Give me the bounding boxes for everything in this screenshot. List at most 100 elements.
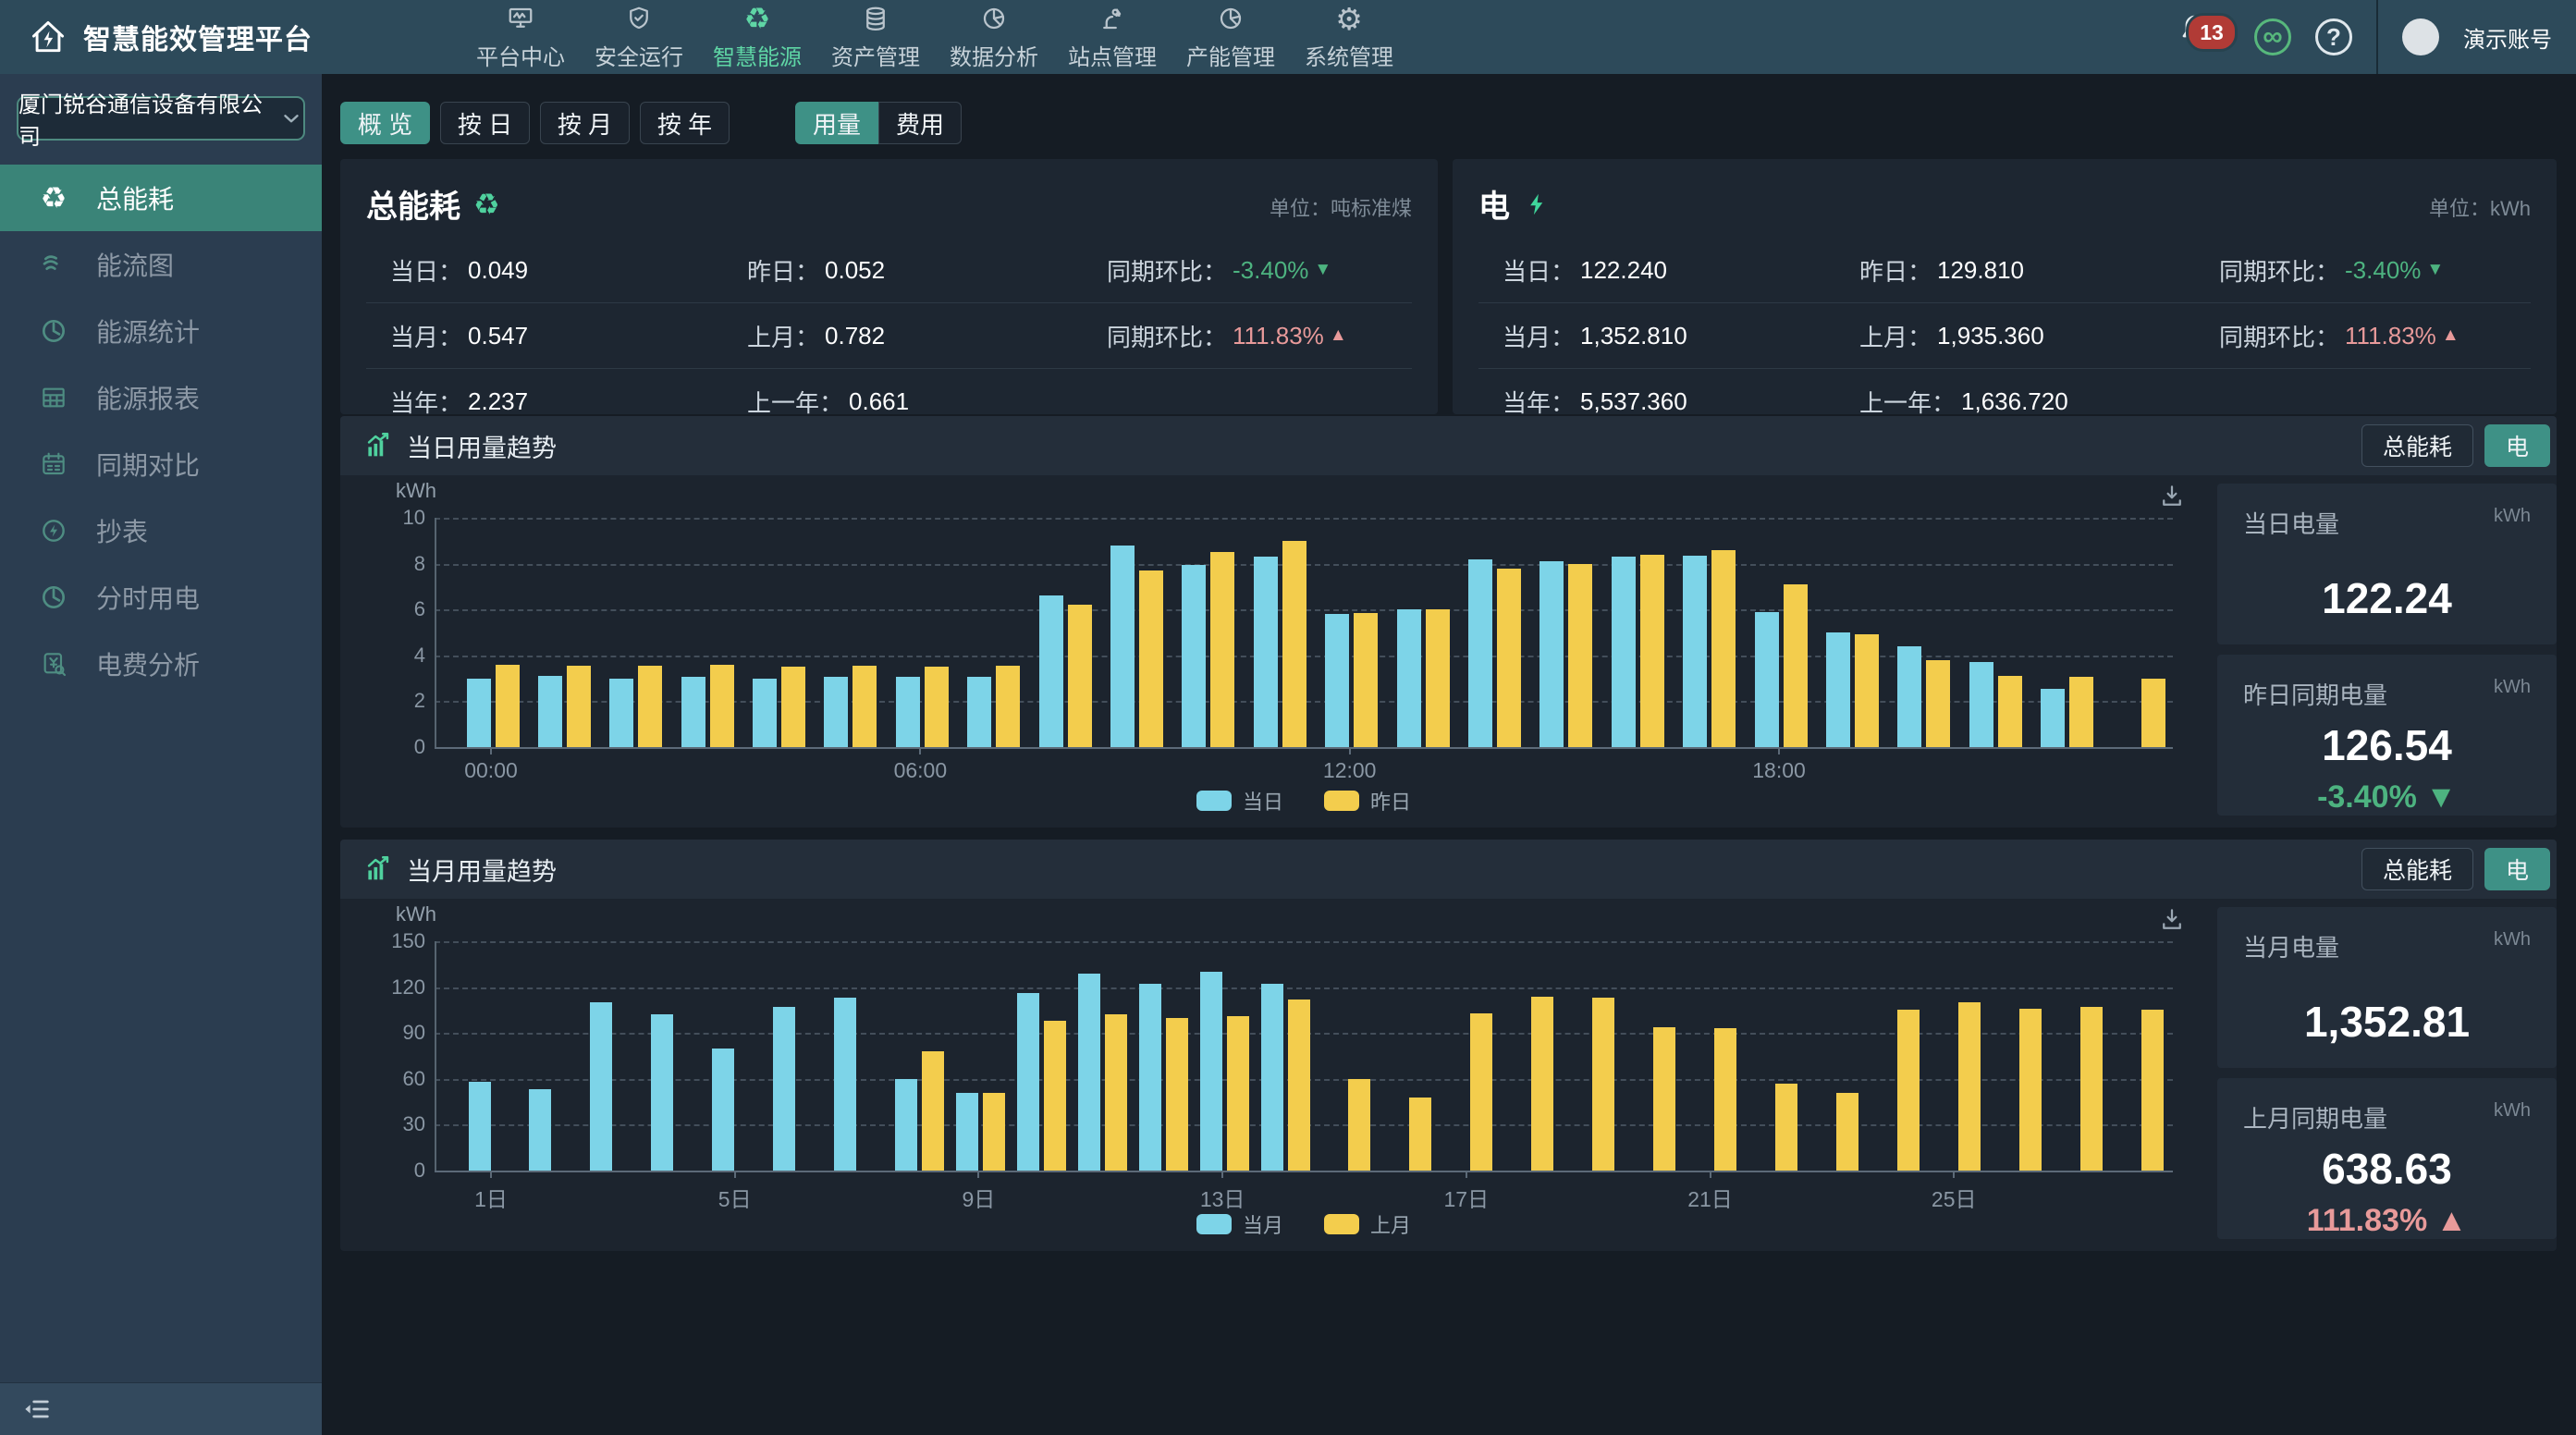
stat-card-label: 上月同期电量: [2243, 1100, 2387, 1135]
nav-item-label: 资产管理: [831, 39, 920, 71]
chart-bar-current: [895, 1079, 917, 1171]
summary-cell-value: 0.049: [468, 256, 528, 285]
tab-by-year[interactable]: 按 年: [640, 102, 730, 144]
trend-filter-total-energy[interactable]: 总能耗: [2361, 848, 2473, 890]
nav-item-smart-energy[interactable]: ♻智慧能源: [698, 0, 816, 74]
summary-cell: 同期环比：-3.40%▼: [2219, 238, 2444, 302]
legend-entry[interactable]: 当日: [1196, 786, 1283, 816]
daily-trend-section: 当日用量趋势总能耗电kWh024681000:0006:0012:0018:00…: [340, 416, 2557, 828]
legend-entry[interactable]: 昨日: [1324, 786, 1411, 816]
sidebar-item-tou-power[interactable]: 分时用电: [0, 564, 322, 631]
tab-overview[interactable]: 概 览: [340, 102, 430, 144]
gear-icon: ⚙: [1335, 3, 1363, 34]
company-selector[interactable]: 厦门锐谷通信设备有限公司: [17, 96, 305, 141]
database-icon: [862, 3, 889, 34]
sidebar-collapse-bar[interactable]: [0, 1382, 322, 1435]
pie-chart-icon: [1217, 3, 1245, 34]
chart-bar-current: [773, 1007, 795, 1171]
trend-filter-electric[interactable]: 电: [2484, 424, 2550, 467]
trend-filter-total-energy[interactable]: 总能耗: [2361, 424, 2473, 467]
nav-item-asset-mgmt[interactable]: 资产管理: [816, 0, 935, 74]
trend-down-icon: ▼: [2426, 260, 2444, 280]
nav-item-data-analysis[interactable]: 数据分析: [935, 0, 1053, 74]
legend-entry[interactable]: 当月: [1196, 1209, 1283, 1239]
sidebar-item-total-energy[interactable]: ♻总能耗: [0, 165, 322, 231]
summary-cell-value: 129.810: [1937, 256, 2024, 285]
sidebar-item-period-compare[interactable]: 同期对比: [0, 431, 322, 497]
clock-pie-icon: [37, 314, 70, 348]
chart-bar-previous: [1288, 1000, 1310, 1171]
sidebar-item-energy-flow[interactable]: 能流图: [0, 231, 322, 298]
sidebar-item-label: 分时用电: [96, 579, 200, 616]
chart-bar-previous: [925, 667, 949, 747]
sidebar-item-bill-analysis[interactable]: 电费分析: [0, 631, 322, 697]
trend-up-icon: ▲: [2442, 325, 2459, 346]
link-icon[interactable]: ∞: [2254, 18, 2291, 55]
sidebar-item-label: 抄表: [96, 512, 148, 549]
chart-bar-previous: [1426, 609, 1450, 747]
bolt-icon: [1523, 190, 1551, 218]
chevron-down-icon: [279, 106, 303, 130]
notifications-button[interactable]: 13: [2178, 11, 2230, 63]
chart-bar-current: [529, 1089, 551, 1171]
avatar[interactable]: [2402, 18, 2439, 55]
calendar-icon: [37, 448, 70, 481]
stat-card-unit: kWh: [2494, 929, 2531, 951]
summary-cell-value: 0.782: [825, 322, 885, 350]
summary-cell-value: 122.240: [1580, 256, 1667, 285]
y-axis-tick: 150: [374, 929, 425, 953]
sidebar-item-energy-report[interactable]: 能源报表: [0, 364, 322, 431]
nav-item-system-mgmt[interactable]: ⚙ 系统管理: [1290, 0, 1408, 74]
main-content: 概 览按 日按 月按 年 用量费用 总能耗♻单位：吨标准煤当日：0.049昨日：…: [322, 74, 2576, 1435]
mode-cost[interactable]: 费用: [878, 102, 962, 144]
chart-bar-current: [1826, 632, 1850, 747]
summary-cell-value: 111.83%: [1233, 322, 1324, 350]
legend-swatch: [1196, 1214, 1232, 1234]
summary-cell: 当月：1,352.810: [1503, 303, 1687, 368]
y-axis-tick: 10: [374, 506, 425, 530]
summary-card-title: 电: [1478, 181, 1510, 227]
x-axis-tickmark: [1221, 1171, 1223, 1178]
nav-item-platform-center[interactable]: 平台中心: [461, 0, 580, 74]
legend-label: 上月: [1370, 1209, 1411, 1239]
trend-chart: kWh024681000:0006:0012:0018:00当日昨日: [340, 475, 2201, 828]
chart-bar-previous: [2019, 1009, 2042, 1171]
x-axis-tick: 06:00: [865, 758, 975, 783]
chart-bar-current: [1261, 984, 1283, 1171]
y-axis-tick: 2: [374, 689, 425, 713]
chart-bar-previous: [1531, 997, 1553, 1171]
help-icon[interactable]: ?: [2315, 18, 2352, 55]
trend-section-title: 当日用量趋势: [407, 428, 557, 464]
nav-item-label: 系统管理: [1305, 39, 1393, 71]
tab-by-month[interactable]: 按 月: [540, 102, 630, 144]
chart-bar-previous: [1775, 1084, 1797, 1171]
download-chart-button[interactable]: [2158, 483, 2186, 510]
header-right: 13 ∞ ? 演示账号: [2178, 0, 2576, 74]
summary-cell-value: 1,935.360: [1937, 322, 2044, 350]
sidebar-item-energy-stats[interactable]: 能源统计: [0, 298, 322, 364]
nav-item-site-mgmt[interactable]: 站点管理: [1053, 0, 1171, 74]
tab-by-day[interactable]: 按 日: [440, 102, 530, 144]
download-chart-button[interactable]: [2158, 906, 2186, 934]
chart-bar-previous: [1105, 1014, 1127, 1171]
y-axis-unit-label: kWh: [396, 479, 436, 503]
plot-area: [435, 518, 2175, 747]
chart-bar-previous: [1348, 1079, 1370, 1171]
chart-bar-current: [1755, 612, 1779, 747]
x-axis-tick: 5日: [680, 1182, 791, 1213]
sidebar-item-meter-reading[interactable]: 抄表: [0, 497, 322, 564]
mode-usage[interactable]: 用量: [795, 102, 878, 144]
y-axis-tick: 0: [374, 1159, 425, 1183]
chart-bar-previous: [1640, 555, 1664, 747]
plot-area: [435, 941, 2175, 1171]
stat-card-value: 638.63: [2243, 1144, 2531, 1194]
trend-filter-electric[interactable]: 电: [2484, 848, 2550, 890]
chart-bar-previous: [1282, 541, 1306, 747]
nav-item-safe-operation[interactable]: 安全运行: [580, 0, 698, 74]
x-axis-tickmark: [1466, 1171, 1467, 1178]
legend-entry[interactable]: 上月: [1324, 1209, 1411, 1239]
summary-cell-value: 0.661: [849, 387, 909, 416]
stat-card-unit: kWh: [2494, 1100, 2531, 1122]
legend-swatch: [1324, 1214, 1359, 1234]
nav-item-capacity-mgmt[interactable]: 产能管理: [1171, 0, 1290, 74]
